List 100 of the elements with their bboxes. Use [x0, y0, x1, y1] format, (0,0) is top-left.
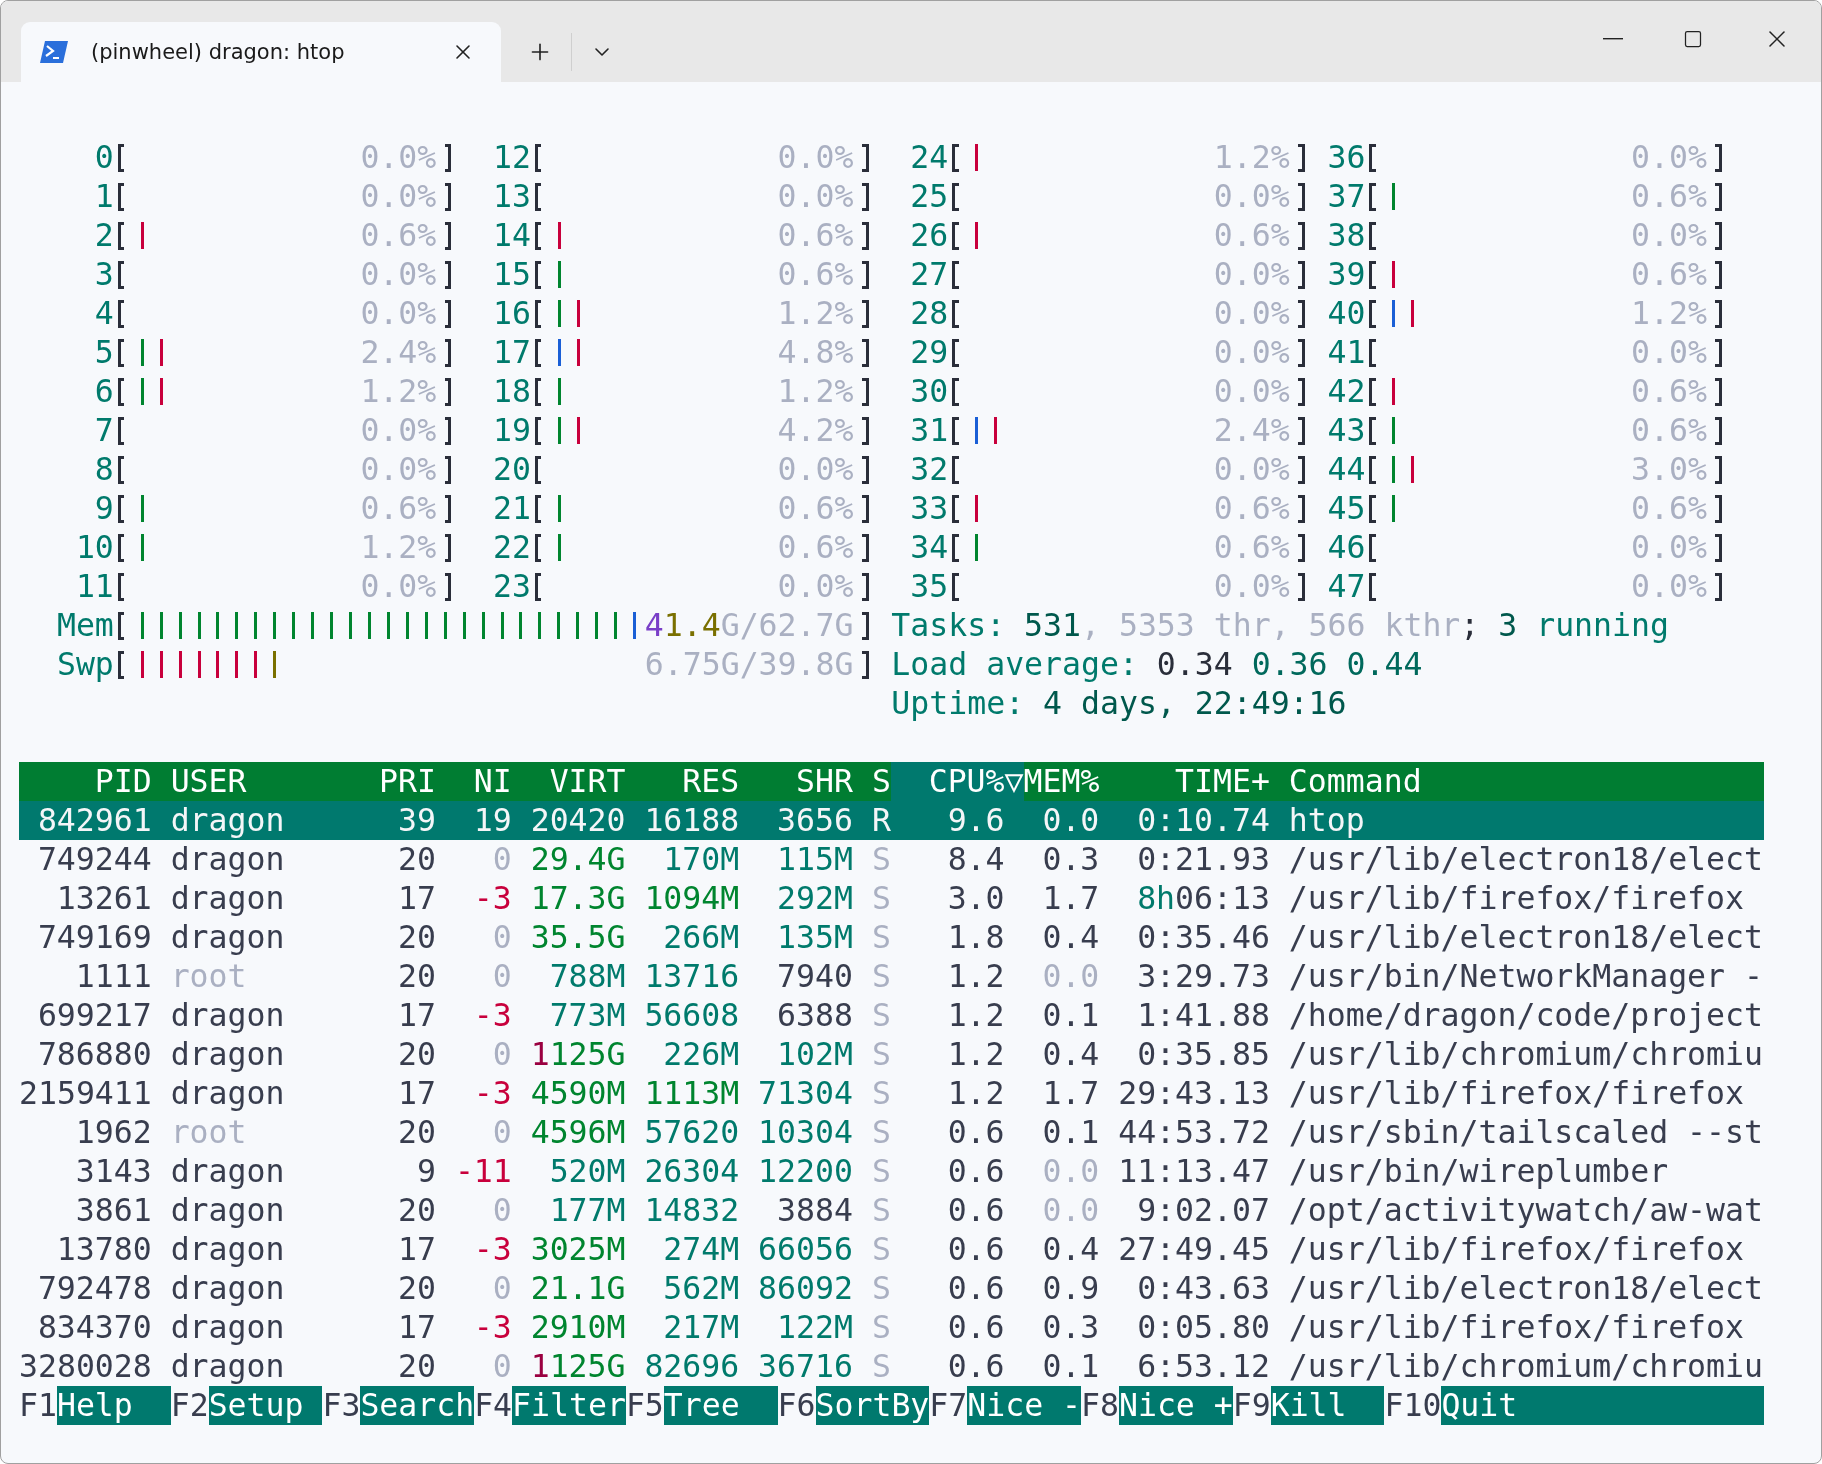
bracket-icon: [862, 299, 869, 328]
meter-reading: 0.0%: [1213, 372, 1290, 411]
process-row[interactable]: 1962 root 20 0 4596M 57620 10304 S 0.6 0.1 44:53.72 /usr/sbin/tailscaled --st: [19, 1113, 1764, 1152]
table-cell-text: 1.2: [946, 996, 1005, 1035]
column-header[interactable]: RES: [625, 762, 740, 801]
meter-reading: 0.0%: [1631, 138, 1707, 177]
function-key-button[interactable]: Tree: [663, 1386, 778, 1425]
meter-reading: 0.6%: [1631, 411, 1707, 450]
column-header[interactable]: TIME+: [1099, 762, 1270, 801]
bracket-icon: [1298, 182, 1305, 211]
bracket-icon: [1298, 416, 1305, 445]
summary-line: Tasks: 531, 5353 thr, 566 kthr; 3 running: [891, 606, 1670, 645]
table-cell-text: 3025M: [529, 1230, 626, 1269]
column-header[interactable]: SHR: [739, 762, 853, 801]
meter-reading: 0.6%: [1631, 177, 1707, 216]
column-header[interactable]: Command: [1288, 762, 1763, 801]
table-cell-text: 11:13.47: [1117, 1152, 1270, 1191]
bracket-icon: [444, 533, 452, 562]
table-cell-text: 0.6: [946, 1113, 1005, 1152]
table-cell-text: 122M: [776, 1308, 853, 1347]
bracket-icon: [1298, 221, 1305, 250]
function-key-button[interactable]: SortBy: [815, 1386, 930, 1425]
meter-reading: 0.6%: [360, 216, 437, 255]
table-cell-text: S: [870, 918, 891, 957]
function-key-button[interactable]: Search: [360, 1386, 475, 1425]
column-header[interactable]: CPU%▽: [890, 762, 1024, 801]
bracket-icon: [862, 650, 869, 679]
meter-label: 32: [909, 450, 949, 489]
table-cell-text: dragon: [170, 1191, 286, 1230]
meter-reading: 1.2%: [1213, 138, 1290, 177]
function-key-button[interactable]: Filter: [512, 1386, 626, 1425]
meter-reading: 0.6%: [777, 528, 854, 567]
table-cell-text: 14832: [643, 1191, 740, 1230]
meter-reading: 0.6%: [1213, 528, 1290, 567]
bracket-icon: [117, 182, 125, 211]
table-cell-text: 7940: [776, 957, 853, 996]
terminal-tab[interactable]: (pinwheel) dragon: htop: [21, 22, 501, 82]
function-key-button[interactable]: Setup: [208, 1386, 323, 1425]
table-cell-text: 788M: [548, 957, 626, 996]
process-row[interactable]: 13780 dragon 17 -3 3025M 274M 66056 S 0.6 0.4 27:49.45 /usr/lib/firefox/firefox: [19, 1230, 1764, 1269]
process-row[interactable]: 3280028 dragon 20 0 1125G 82696 36716 S 0.6 0.1 6:53.12 /usr/lib/chromium/chromiu: [19, 1347, 1764, 1386]
function-key-button[interactable]: Nice -: [967, 1386, 1082, 1425]
table-cell-text: 29:43.13: [1117, 1074, 1270, 1113]
table-cell-text: 3:29.73: [1136, 957, 1270, 996]
table-cell: /opt/activitywatch/aw-wat: [1288, 1191, 1763, 1230]
process-row[interactable]: 842961 dragon 39 19 20420 16188 3656 R 9.6 0.0 0:10.74 htop: [19, 801, 1764, 840]
process-row[interactable]: 792478 dragon 20 0 21.1G 562M 86092 S 0.6 0.9 0:43.63 /usr/lib/electron18/elect: [19, 1269, 1764, 1308]
meter-reading: 4.8%: [777, 333, 854, 372]
table-cell-text: S: [870, 840, 891, 879]
key-number: F10: [1384, 1386, 1442, 1425]
table-cell-text: 0.4: [1041, 1230, 1100, 1269]
process-row[interactable]: 749244 dragon 20 0 29.4G 170M 115M S 8.4 0.3 0:21.93 /usr/lib/electron18/elect: [19, 840, 1764, 879]
table-cell-text: 1.2: [946, 1074, 1005, 1113]
process-row[interactable]: 3143 dragon 9 -11 520M 26304 12200 S 0.6 0.0 11:13.47 /usr/bin/wireplumber: [19, 1152, 1764, 1191]
bracket-icon: [952, 299, 959, 328]
bracket-icon: [444, 299, 452, 328]
meter-reading: 0.0%: [1213, 177, 1290, 216]
process-row[interactable]: 1111 root 20 0 788M 13716 7940 S 1.2 0.0 3:29.73 /usr/bin/NetworkManager -: [19, 957, 1764, 996]
meter-label: Mem: [56, 606, 114, 645]
column-header[interactable]: PID: [19, 762, 152, 801]
meter-label: 26: [909, 216, 949, 255]
process-row[interactable]: 749169 dragon 20 0 35.5G 266M 135M S 1.8 0.4 0:35.46 /usr/lib/electron18/elect: [19, 918, 1764, 957]
function-key-button[interactable]: Help: [56, 1386, 171, 1425]
bracket-icon: [862, 494, 869, 523]
bracket-icon: [1715, 494, 1722, 523]
column-header[interactable]: S: [852, 762, 891, 801]
function-key-button[interactable]: Quit: [1441, 1386, 1764, 1425]
process-row[interactable]: 699217 dragon 17 -3 773M 56608 6388 S 1.2 0.1 1:41.88 /home/dragon/code/project: [19, 996, 1764, 1035]
bracket-icon: [117, 338, 125, 367]
process-row[interactable]: 13261 dragon 17 -3 17.3G 1094M 292M S 3.0 1.7 8h06:13 /usr/lib/firefox/firefox: [19, 879, 1764, 918]
maximize-icon: [1683, 29, 1703, 49]
table-cell-text: 9:02.07: [1136, 1191, 1270, 1230]
meter-reading: 0.0%: [1213, 333, 1290, 372]
bracket-icon: [117, 416, 125, 445]
table-cell-text: S: [870, 1074, 891, 1113]
process-row[interactable]: 2159411 dragon 17 -3 4590M 1113M 71304 S 1.2 1.7 29:43.13 /usr/lib/firefox/firefox: [19, 1074, 1764, 1113]
column-header[interactable]: MEM%: [1023, 762, 1100, 801]
function-key-button[interactable]: Kill: [1270, 1386, 1385, 1425]
meter-reading: 6.75G/39.8G: [644, 645, 854, 684]
table-cell-text: 10304: [757, 1113, 853, 1152]
table-cell-text: 0: [491, 1269, 512, 1308]
meter-reading: 41.4G/62.7G: [644, 606, 854, 645]
meter-reading: 4.2%: [777, 411, 854, 450]
column-header[interactable]: NI: [435, 762, 512, 801]
bracket-icon: [952, 221, 959, 250]
table-cell-text: 35.5G: [529, 918, 626, 957]
table-cell-text: 0.0: [1041, 1191, 1100, 1230]
function-key-button[interactable]: Nice +: [1118, 1386, 1233, 1425]
table-cell-text: -11: [453, 1152, 512, 1191]
table-cell-text: 1094M: [643, 879, 740, 918]
bracket-icon: [1298, 455, 1305, 484]
table-cell-text: 3656: [776, 801, 853, 840]
process-row[interactable]: 786880 dragon 20 0 1125G 226M 102M S 1.2 0.4 0:35.85 /usr/lib/chromium/chromiu: [19, 1035, 1764, 1074]
column-header[interactable]: PRI: [360, 762, 436, 801]
process-row[interactable]: 834370 dragon 17 -3 2910M 217M 122M S 0.6 0.3 0:05.80 /usr/lib/firefox/firefox: [19, 1308, 1764, 1347]
bracket-icon: [1715, 221, 1722, 250]
process-row[interactable]: 3861 dragon 20 0 177M 14832 3884 S 0.6 0.0 9:02.07 /opt/activitywatch/aw-wat: [19, 1191, 1764, 1230]
table-cell-text: 20: [397, 1113, 436, 1152]
column-header[interactable]: VIRT: [511, 762, 626, 801]
column-header[interactable]: USER: [170, 762, 361, 801]
